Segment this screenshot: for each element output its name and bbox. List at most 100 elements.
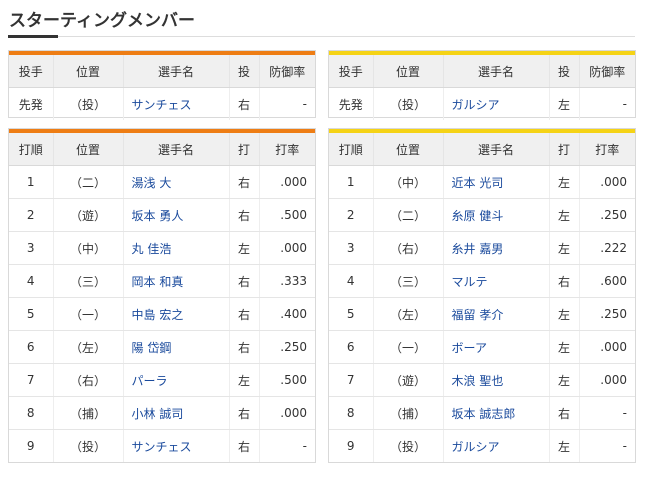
position: （右） [373, 231, 444, 265]
pitcher-role: 先発 [9, 87, 54, 120]
player-name-link[interactable]: 福留 孝介 [443, 297, 550, 331]
bats: 右 [229, 264, 260, 298]
table-row: 6 （一） ボーア左 .000 [329, 330, 635, 364]
bats: 右 [229, 396, 260, 430]
batting-average: - [302, 439, 307, 453]
player-name-link[interactable]: 岡本 和真 [123, 264, 230, 298]
position: （二） [53, 165, 124, 199]
batting-order: 7 [329, 363, 374, 397]
batting-order: 5 [9, 297, 54, 331]
player-name-link[interactable]: サンチェス [123, 429, 230, 462]
batting-average: .000 [259, 165, 315, 199]
batting-average: .400 [259, 297, 315, 331]
position: （三） [373, 264, 444, 298]
table-row: 7 （右） パーラ左 .500 [9, 363, 315, 397]
pitcher-name-link[interactable]: サンチェス [123, 87, 230, 120]
player-name-link[interactable]: パーラ [123, 363, 230, 397]
position: （捕） [53, 396, 124, 430]
batting-order: 5 [329, 297, 374, 331]
header-batting-average: 打率 [579, 133, 635, 166]
bats: 左 [229, 231, 260, 265]
table-row: 4 （三） 岡本 和真右 .333 [9, 264, 315, 298]
bats: 右 [549, 396, 580, 430]
position: （投） [373, 429, 444, 462]
player-name-link[interactable]: 坂本 誠志郎 [443, 396, 550, 430]
header-player-name: 選手名 [123, 133, 230, 166]
player-name-link[interactable]: 近本 光司 [443, 165, 550, 199]
bats: 左 [549, 297, 580, 331]
batting-average: - [579, 396, 635, 430]
position: （一） [53, 297, 124, 331]
pitcher-throws: 右 [229, 87, 260, 120]
bats: 左 [549, 330, 580, 364]
player-name-link[interactable]: ガルシア [443, 429, 550, 462]
batting-average: .000 [579, 330, 635, 364]
bats: 左 [229, 363, 260, 397]
header-position: 位置 [373, 55, 444, 88]
bats: 右 [229, 198, 260, 232]
table-row: 1 （二） 湯浅 大右 .000 [9, 165, 315, 199]
title-accent-bar [8, 35, 58, 38]
header-era: 防御率 [259, 55, 315, 88]
player-name-link[interactable]: ボーア [443, 330, 550, 364]
table-row: 先発 （投） ガルシア 左 - [329, 87, 635, 120]
bats: 左 [549, 198, 580, 232]
batting-order: 9 [329, 429, 374, 462]
player-name-link[interactable]: 坂本 勇人 [123, 198, 230, 232]
batting-order: 2 [329, 198, 374, 232]
home-lineup-table: 打順 位置 選手名 打 打率 1 （二） 湯浅 大右 .000 2 （遊） 坂本 勇人右 .5… [9, 133, 315, 462]
table-row: 8 （捕） 小林 誠司右 .000 [9, 396, 315, 430]
table-row: 6 （左）陽 岱鋼右 .250 [9, 330, 315, 364]
bats: 左 [549, 165, 580, 199]
position: （左） [53, 330, 124, 364]
position: （遊） [53, 198, 124, 232]
position: （一） [373, 330, 444, 364]
section-title: スターティングメンバー [9, 11, 195, 31]
home-lineup-panel: 打順 位置 選手名 打 打率 1 （二） 湯浅 大右 .000 2 （遊） 坂本 勇人右 .5… [8, 128, 316, 463]
player-name-link[interactable]: 陽 岱鋼 [123, 330, 230, 364]
pitcher-name-link[interactable]: ガルシア [443, 87, 550, 120]
batting-average: .250 [259, 330, 315, 364]
header-player-name: 選手名 [443, 55, 550, 88]
header-throws: 投 [229, 55, 260, 88]
header-batting-average: 打率 [259, 133, 315, 166]
batting-order: 3 [329, 231, 374, 265]
player-name-link[interactable]: 中島 宏之 [123, 297, 230, 331]
player-name-link[interactable]: 湯浅 大 [123, 165, 230, 199]
pitcher-era: - [302, 97, 307, 111]
player-name-link[interactable]: マルテ [443, 264, 550, 298]
player-name-link[interactable]: 糸井 嘉男 [443, 231, 550, 265]
player-name-link[interactable]: 丸 佳浩 [123, 231, 230, 265]
batting-average: .500 [259, 363, 315, 397]
batting-average: .250 [579, 297, 635, 331]
bats: 左 [549, 363, 580, 397]
away-lineup-table: 打順 位置 選手名 打 打率 1 （中） 近本 光司左 .000 2 （二） 糸原 健斗左.… [329, 133, 635, 462]
position: （投） [53, 429, 124, 462]
position: （左） [373, 297, 444, 331]
player-name-link[interactable]: 木浪 聖也 [443, 363, 550, 397]
header-position: 位置 [373, 133, 444, 166]
table-row: 3 （右） 糸井 嘉男左 .222 [329, 231, 635, 265]
bats: 右 [229, 297, 260, 331]
batting-order: 6 [329, 330, 374, 364]
player-name-link[interactable]: 小林 誠司 [123, 396, 230, 430]
bats: 左 [549, 231, 580, 265]
batting-average: .000 [259, 396, 315, 430]
header-throws: 投 [549, 55, 580, 88]
away-lineup-panel: 打順 位置 選手名 打 打率 1 （中） 近本 光司左 .000 2 （二） 糸原 健斗左.… [328, 128, 636, 463]
header-batting-order: 打順 [9, 133, 54, 166]
batting-order: 4 [329, 264, 374, 298]
table-row: 2 （遊） 坂本 勇人右 .500 [9, 198, 315, 232]
header-player-name: 選手名 [123, 55, 230, 88]
table-row: 5 （一） 中島 宏之右 .400 [9, 297, 315, 331]
player-name-link[interactable]: 糸原 健斗 [443, 198, 550, 232]
batting-order: 7 [9, 363, 54, 397]
batting-order: 2 [9, 198, 54, 232]
batting-average: .000 [259, 231, 315, 265]
batting-order: 6 [9, 330, 54, 364]
header-pitcher: 投手 [329, 55, 374, 88]
title-divider [8, 36, 635, 37]
position: （遊） [373, 363, 444, 397]
batting-order: 9 [9, 429, 54, 462]
batting-average: .000 [579, 165, 635, 199]
